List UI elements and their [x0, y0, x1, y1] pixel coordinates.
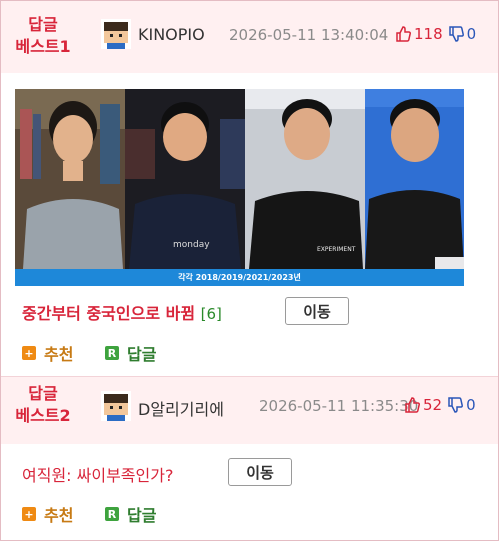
vote-counts: 118 0 — [395, 25, 476, 43]
move-button[interactable]: 이동 — [228, 458, 292, 486]
downvote-count: 0 — [466, 396, 476, 414]
video-caption: 각각 2018/2019/2021/2023년 — [15, 269, 464, 286]
badge-rank: 베스트2 — [15, 406, 71, 425]
person-photo-2: monday — [125, 89, 245, 269]
r-square-icon: R — [105, 507, 119, 521]
reply-button[interactable]: R 답글 — [105, 502, 156, 526]
timestamp: 2026-05-11 11:35:30 — [259, 397, 419, 415]
r-square-icon: R — [105, 346, 119, 360]
nickname[interactable]: D알리기리에 — [138, 396, 224, 420]
comment-title[interactable]: 여직원: 싸이부족인가? — [22, 462, 173, 486]
downvote-button[interactable]: 0 — [447, 396, 476, 414]
thumbs-down-icon — [448, 26, 464, 42]
thumbs-up-icon — [396, 26, 411, 42]
thumbs-down-icon — [448, 397, 464, 413]
svg-text:EXPERIMENT: EXPERIMENT — [317, 246, 356, 253]
reply-count: [6] — [200, 305, 222, 323]
svg-text:monday: monday — [173, 240, 210, 250]
downvote-button[interactable]: 0 — [448, 25, 477, 43]
badge-rank: 베스트1 — [15, 37, 71, 56]
comment-title-text: 여직원: 싸이부족인가? — [22, 466, 174, 485]
pixel-avatar-icon[interactable] — [101, 391, 131, 421]
recommend-label: 추천 — [44, 345, 74, 364]
best-reply-badge: 답글 베스트1 — [11, 14, 75, 58]
pixel-avatar-icon[interactable] — [101, 19, 131, 49]
reply-label: 답글 — [127, 506, 157, 525]
comment-title-text: 중간부터 중국인으로 바뀜 — [22, 304, 196, 323]
upvote-button[interactable]: 118 — [395, 25, 443, 43]
upvote-button[interactable]: 52 — [404, 396, 442, 414]
reply-button[interactable]: R 답글 — [105, 341, 156, 365]
timestamp: 2026-05-11 13:40:04 — [229, 26, 389, 44]
best-reply-badge: 답글 베스트2 — [11, 383, 75, 427]
person-photo-4 — [365, 89, 464, 269]
recommend-button[interactable]: + 추천 — [22, 341, 73, 365]
vote-counts: 52 0 — [404, 396, 476, 414]
video-thumbnail[interactable]: monday EXPERIMENT 각각 2018/2019/2021/2023… — [15, 89, 464, 286]
badge-label: 답글 — [28, 15, 58, 34]
person-photo-3: EXPERIMENT — [245, 89, 365, 269]
comment-header: 답글 베스트2 D알리기리에 2026-05-11 11:35:30 52 0 — [1, 377, 498, 444]
upvote-count: 118 — [414, 25, 443, 43]
recommend-label: 추천 — [44, 506, 74, 525]
person-photo-1 — [15, 89, 125, 269]
reply-label: 답글 — [127, 345, 157, 364]
nickname[interactable]: KINOPIO — [138, 25, 205, 44]
downvote-count: 0 — [466, 25, 477, 43]
move-button[interactable]: 이동 — [285, 297, 349, 325]
thumbs-up-icon — [405, 397, 420, 413]
comment-header: 답글 베스트1 KINOPIO 2026-05-11 13:40:04 118 … — [1, 1, 498, 73]
recommend-button[interactable]: + 추천 — [22, 502, 73, 526]
plus-square-icon: + — [22, 507, 36, 521]
badge-label: 답글 — [28, 384, 58, 403]
upvote-count: 52 — [423, 396, 443, 414]
plus-square-icon: + — [22, 346, 36, 360]
comment-title[interactable]: 중간부터 중국인으로 바뀜 [6] — [22, 300, 222, 324]
